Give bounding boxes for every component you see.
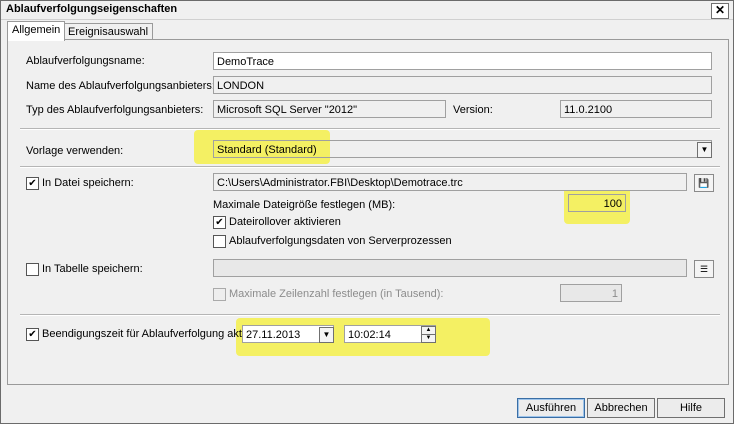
template-value: Standard (Standard)	[217, 144, 317, 156]
stop-time-value: 10:02:14	[348, 329, 391, 341]
template-select[interactable]: Standard (Standard)	[213, 140, 712, 158]
server-data-checkbox[interactable]	[213, 235, 226, 248]
rollover-label: Dateirollover aktivieren	[229, 216, 341, 228]
max-size-input[interactable]: 100	[568, 194, 626, 212]
provider-type-label: Typ des Ablaufverfolgungsanbieters:	[26, 104, 204, 116]
version-label: Version:	[453, 104, 493, 116]
tab-event-selection[interactable]: Ereignisauswahl	[63, 23, 154, 40]
separator	[20, 166, 720, 168]
window-title: Ablaufverfolgungseigenschaften	[6, 3, 178, 15]
max-rows-label: Maximale Zeilenzahl festlegen (in Tausen…	[229, 288, 444, 300]
stop-date-value: 27.11.2013	[246, 329, 301, 341]
date-dropdown-icon[interactable]: ▼	[319, 327, 334, 343]
save-table-checkbox[interactable]	[26, 263, 39, 276]
separator	[20, 128, 720, 130]
max-size-label: Maximale Dateigröße festlegen (MB):	[213, 199, 396, 211]
run-button[interactable]: Ausführen	[517, 398, 585, 418]
save-file-checkbox[interactable]: ✔	[26, 177, 39, 190]
tab-general[interactable]: Allgemein	[7, 21, 66, 41]
stop-time-checkbox[interactable]: ✔	[26, 328, 39, 341]
spin-down-icon[interactable]: ▼	[421, 334, 436, 343]
file-path-field[interactable]: C:\Users\Administrator.FBI\Desktop\Demot…	[213, 173, 687, 191]
separator	[20, 314, 720, 316]
trace-name-input[interactable]: DemoTrace	[213, 52, 712, 70]
save-table-label: In Tabelle speichern:	[42, 263, 143, 275]
provider-name-field: LONDON	[213, 76, 712, 94]
max-rows-checkbox	[213, 288, 226, 301]
template-dropdown-icon[interactable]: ▼	[697, 142, 712, 158]
version-field: 11.0.2100	[560, 100, 712, 118]
cancel-button[interactable]: Abbrechen	[587, 398, 655, 418]
browse-file-icon[interactable]: 💾	[694, 174, 714, 192]
table-field[interactable]	[213, 259, 687, 277]
title-bar: Ablaufverfolgungseigenschaften ✕	[1, 1, 733, 20]
general-panel: Ablaufverfolgungsname: DemoTrace Name de…	[7, 39, 729, 385]
trace-name-label: Ablaufverfolgungsname:	[26, 55, 145, 67]
properties-dialog: Ablaufverfolgungseigenschaften ✕ Allgeme…	[0, 0, 734, 424]
help-button[interactable]: Hilfe	[657, 398, 725, 418]
provider-name-label: Name des Ablaufverfolgungsanbieters:	[26, 80, 215, 92]
max-rows-input: 1	[560, 284, 622, 302]
provider-type-field: Microsoft SQL Server "2012"	[213, 100, 446, 118]
rollover-checkbox[interactable]: ✔	[213, 216, 226, 229]
save-file-label: In Datei speichern:	[42, 177, 134, 189]
browse-table-icon[interactable]: ☰	[694, 260, 714, 278]
template-label: Vorlage verwenden:	[26, 145, 124, 157]
server-data-label: Ablaufverfolgungsdaten von Serverprozess…	[229, 235, 452, 247]
close-button[interactable]: ✕	[711, 3, 729, 19]
